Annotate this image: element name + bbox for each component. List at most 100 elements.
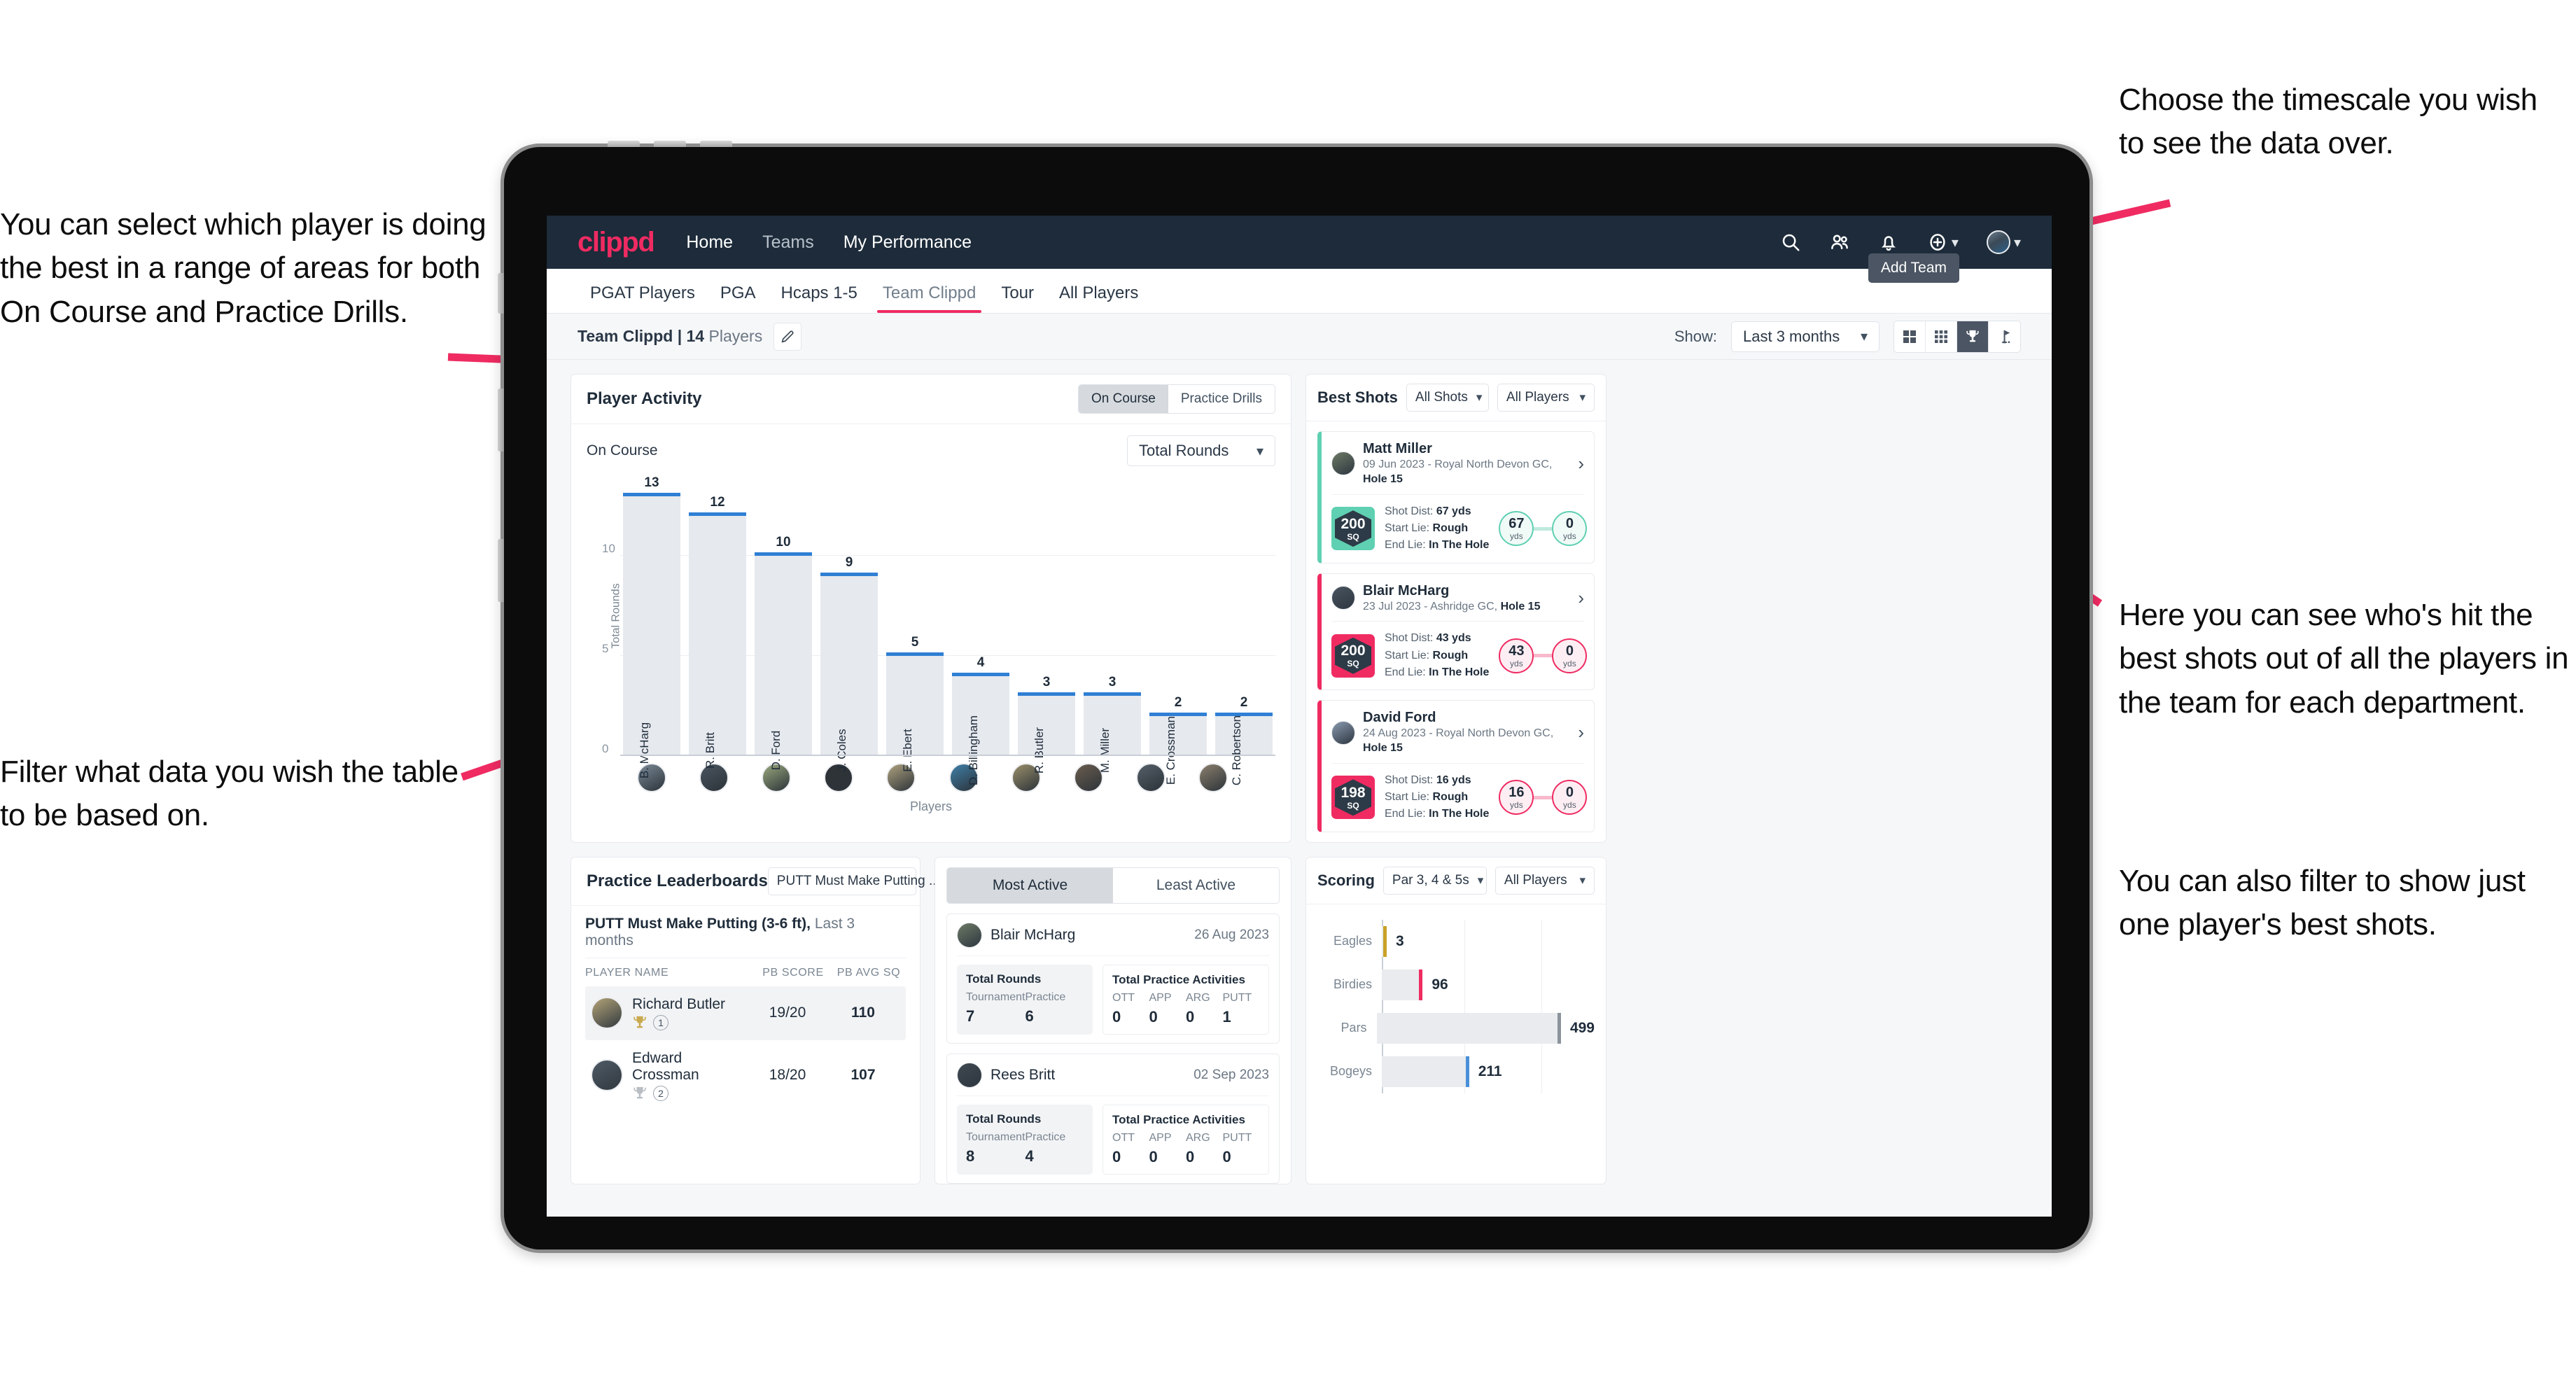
- people-icon[interactable]: [1829, 232, 1850, 253]
- clippd-logo[interactable]: clippd: [578, 227, 655, 258]
- drill-select[interactable]: PUTT Must Make Putting ... ▾: [767, 867, 954, 895]
- rounds-col-label: Practice: [1025, 990, 1066, 1003]
- scoring-bar[interactable]: [1382, 1056, 1469, 1087]
- col-pb-score: PB SCORE: [762, 966, 824, 979]
- grid-small-icon-button[interactable]: [1926, 321, 1957, 352]
- best-shots-player-select[interactable]: All Players ▾: [1497, 384, 1595, 412]
- tab-tour[interactable]: Tour: [988, 284, 1046, 313]
- top-navigation-bar: clippd Home Teams My Performance ▾ ▾: [547, 216, 2052, 269]
- chevron-right-icon[interactable]: ›: [1578, 453, 1584, 475]
- best-shot-card[interactable]: David Ford 24 Aug 2023 - Royal North Devo…: [1317, 700, 1595, 832]
- scoring-card: Scoring Par 3, 4 & 5s ▾ All Players ▾ Ea…: [1306, 856, 1606, 1184]
- practice-activities-box: Total Practice Activities OTT 0 APP 0 ARG 0 PUT…: [1102, 964, 1269, 1035]
- scoring-bar[interactable]: [1382, 969, 1423, 1000]
- practice-col-value: 0: [1186, 1147, 1195, 1166]
- tab-pga[interactable]: PGA: [708, 284, 769, 313]
- annotation-best-shots: Here you can see who's hit the best shot…: [2119, 598, 2569, 720]
- bar[interactable]: E. Crossman: [1149, 712, 1207, 785]
- bar[interactable]: M. Miller: [1084, 692, 1141, 773]
- plus-circle-icon[interactable]: [1927, 232, 1948, 253]
- nav-link-teams[interactable]: Teams: [762, 232, 814, 253]
- shot-distance-diagram: 16 yds 0 yds: [1499, 780, 1588, 816]
- bar[interactable]: B. McHarg: [623, 492, 680, 778]
- search-icon[interactable]: [1780, 232, 1801, 253]
- scoring-header: Scoring Par 3, 4 & 5s ▾ All Players ▾: [1306, 858, 1606, 904]
- tab-pgat-players[interactable]: PGAT Players: [578, 284, 708, 313]
- shot-distance-diagram: 43 yds 0 yds: [1499, 638, 1588, 673]
- practice-leaderboards-title: Practice Leaderboards: [587, 871, 768, 890]
- player-activity-header: Player Activity On Course Practice Drill…: [571, 374, 1291, 424]
- bell-icon[interactable]: [1878, 232, 1899, 253]
- segment-practice-drills[interactable]: Practice Drills: [1168, 385, 1275, 413]
- start-lie-label: Start Lie:: [1385, 649, 1433, 662]
- flag-icon-button[interactable]: [1989, 321, 2020, 352]
- practice-col: APP 0: [1149, 992, 1186, 1026]
- trophy-icon: [1966, 330, 1979, 342]
- best-shots-list: Matt Miller 09 Jun 2023 - Royal North Dev…: [1306, 431, 1606, 832]
- table-row[interactable]: Edward Crossman 2 18/20 107: [585, 1040, 906, 1111]
- bar[interactable]: R. Britt: [689, 512, 746, 769]
- bar[interactable]: J. Coles: [820, 572, 878, 772]
- shot-type-value: All Shots: [1415, 390, 1468, 405]
- player-avatar[interactable]: [1198, 763, 1228, 792]
- bar[interactable]: D. Ford: [755, 552, 812, 770]
- screenshot-stage: You can select which player is doing the…: [0, 0, 2576, 1386]
- bar[interactable]: D. Billingham: [952, 672, 1009, 785]
- badge-value: 198: [1340, 784, 1366, 801]
- chevron-right-icon[interactable]: ›: [1578, 587, 1584, 609]
- scoring-bar[interactable]: [1376, 1012, 1562, 1044]
- pb-avg-sq-cell: 107: [850, 1067, 876, 1084]
- scoring-bar[interactable]: [1382, 925, 1387, 957]
- timescale-select[interactable]: Last 3 months ▾: [1731, 321, 1879, 352]
- activity-player-card[interactable]: Rees Britt 02 Sep 2023 Total Rounds Tournam…: [946, 1053, 1280, 1184]
- scoring-row: Birdies 96: [1317, 969, 1595, 1000]
- activity-player-card[interactable]: Blair McHarg 26 Aug 2023 Total Rounds Tourn…: [946, 913, 1280, 1044]
- best-shot-card[interactable]: Blair McHarg 23 Jul 2023 - Ashridge GC, H…: [1317, 573, 1595, 691]
- bar[interactable]: R. Butler: [1018, 692, 1075, 774]
- avatar[interactable]: [1986, 230, 2010, 254]
- bar[interactable]: E. Ebert: [886, 652, 944, 772]
- trophy-icon-button[interactable]: [1957, 321, 1989, 352]
- nav-link-home[interactable]: Home: [686, 232, 733, 253]
- leaderboard-player-info: Richard Butler 1: [632, 996, 725, 1030]
- tab-hcaps-1-5[interactable]: Hcaps 1-5: [769, 284, 870, 313]
- practice-col-label: APP: [1149, 1131, 1172, 1144]
- best-shot-details: Shot Dist: 67 yds Start Lie: Rough End Lie…: [1385, 503, 1489, 554]
- scoring-player-select[interactable]: All Players ▾: [1494, 866, 1595, 895]
- add-menu[interactable]: ▾: [1927, 232, 1959, 253]
- player-avatar[interactable]: [1136, 763, 1166, 792]
- tab-least-active[interactable]: Least Active: [1113, 868, 1279, 903]
- hexagon-icon: 198 SQ: [1335, 779, 1371, 816]
- leaderboard-player-name: Edward Crossman: [632, 1049, 699, 1083]
- edit-team-button[interactable]: [774, 322, 802, 351]
- shot-quality-badge: 198 SQ: [1331, 776, 1375, 820]
- rounds-col-value: 4: [1025, 1147, 1034, 1165]
- segment-on-course[interactable]: On Course: [1079, 385, 1168, 413]
- tab-most-active[interactable]: Most Active: [947, 867, 1113, 903]
- nav-link-my-performance[interactable]: My Performance: [844, 232, 972, 253]
- scoring-bars: Eagles 3 Birdies 96 Pars 499 Bogeys 211: [1317, 920, 1595, 1093]
- best-shot-card[interactable]: Matt Miller 09 Jun 2023 - Royal North Dev…: [1317, 431, 1595, 564]
- best-shot-meta: 09 Jun 2023 - Royal North Devon GC, Hole…: [1363, 458, 1570, 487]
- practice-col-value: 0: [1112, 1007, 1121, 1026]
- grid-large-icon-button[interactable]: [1894, 321, 1926, 352]
- bar-value: 10: [776, 535, 791, 550]
- profile-menu[interactable]: ▾: [1986, 230, 2021, 254]
- tab-team-clippd[interactable]: Team Clippd: [870, 284, 988, 313]
- practice-col-value: 0: [1112, 1147, 1121, 1166]
- scoring-value: 96: [1432, 976, 1448, 993]
- chevron-right-icon[interactable]: ›: [1578, 722, 1584, 743]
- leaderboard-badges: 1: [632, 1014, 725, 1030]
- shot-type-select[interactable]: All Shots ▾: [1406, 384, 1489, 412]
- bar-column: 5 E. Ebert: [886, 476, 944, 772]
- practice-table-header: PLAYER NAME PB SCORE PB AVG SQ: [585, 957, 906, 986]
- table-row[interactable]: Richard Butler 1 19/20 110: [585, 986, 906, 1040]
- from-unit: yds: [1510, 531, 1523, 542]
- tab-all-players[interactable]: All Players: [1046, 284, 1151, 313]
- bar[interactable]: C. Robertson: [1215, 712, 1273, 785]
- metric-select-value: Total Rounds: [1139, 442, 1229, 459]
- metric-select[interactable]: Total Rounds ▾: [1127, 435, 1275, 466]
- scoring-title: Scoring: [1317, 871, 1375, 889]
- leaderboard-badges: 2: [632, 1085, 749, 1101]
- par-select[interactable]: Par 3, 4 & 5s ▾: [1382, 866, 1487, 895]
